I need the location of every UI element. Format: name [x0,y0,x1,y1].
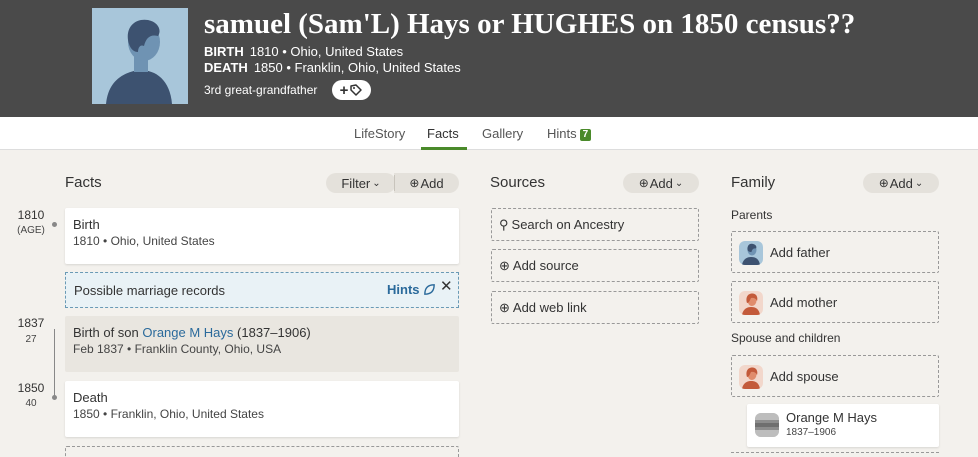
parents-label: Parents [731,208,773,222]
chevron-down-icon: ⌄ [372,177,381,189]
male-silhouette-icon [92,8,188,104]
fact-detail: Feb 1837 • Franklin County, Ohio, USA [73,342,282,356]
filter-button[interactable]: Filter ⌄ [326,173,396,193]
child-name: Orange M Hays [786,410,878,425]
birth-value: 1810 • Ohio, United States [249,44,404,59]
plus-circle-icon: ⊕ [499,257,510,273]
son-link[interactable]: Orange M Hays [142,325,233,340]
person-portrait[interactable] [92,8,188,104]
search-icon: ⚲ [499,216,509,232]
timeline-dot [52,222,57,227]
facts-title: Facts [65,174,102,191]
active-tab-indicator [421,147,467,150]
death-summary: DEATH 1850 • Franklin, Ohio, United State… [204,60,461,75]
add-source-menu-label: Add [649,175,673,191]
add-mother-label: Add mother [770,295,838,310]
fact-title-suffix: (1837–1906) [233,325,311,340]
add-tag-button[interactable]: + [332,80,371,100]
tag-icon [350,84,363,96]
female-avatar-icon [739,291,763,315]
fact-card-son-birth[interactable]: Birth of son Orange M Hays (1837–1906) F… [65,316,459,372]
spouse-children-label: Spouse and children [731,331,841,345]
person-header: samuel (Sam'L) Hays or HUGHES on 1850 ce… [0,0,978,117]
child-photo [755,413,779,437]
plus-circle-icon: ⊕ [638,176,649,190]
female-avatar-icon [739,365,763,389]
timeline-age: 40 [25,398,37,409]
close-icon[interactable]: ✕ [440,277,453,295]
add-mother-button[interactable]: Add mother [731,281,939,323]
timeline-year: 1850 [17,381,45,395]
timeline-year: 1810 [17,208,45,222]
chevron-down-icon: ⌄ [674,177,684,189]
birth-summary: BIRTH 1810 • Ohio, United States [204,44,403,59]
add-child-dashed-button[interactable] [731,452,939,457]
birth-label: BIRTH [204,44,244,59]
timeline-year: 1837 [17,316,45,330]
add-fact-dashed-button[interactable] [65,446,459,457]
hints-count-badge: 7 [579,129,592,141]
relationship-label: 3rd great-grandfather [204,83,318,97]
plus-circle-icon: ⊕ [878,176,889,190]
plus-circle-icon: ⊕ [409,176,420,190]
child-dates: 1837–1906 [786,427,837,438]
add-father-button[interactable]: Add father [731,231,939,273]
fact-detail: 1810 • Ohio, United States [73,234,215,248]
button-label: Add web link [512,300,587,315]
fact-card-birth[interactable]: Birth 1810 • Ohio, United States [65,208,459,264]
add-family-menu-button[interactable]: ⊕ Add ⌄ [863,173,939,193]
pill-divider [394,175,395,191]
fact-detail: 1850 • Franklin, Ohio, United States [73,407,264,421]
add-fact-button[interactable]: ⊕ Add [394,173,459,193]
family-title: Family [731,174,776,191]
timeline-age: (AGE) [17,225,45,236]
marriage-hint-card[interactable]: Possible marriage records Hints ✕ [65,272,459,308]
profile-tabs: LifeStory Facts Gallery Hints 7 [0,117,978,150]
timeline-age: 27 [25,334,37,345]
timeline-dot [52,395,57,400]
sources-title: Sources [490,174,546,191]
tab-hints-label: Hints [547,126,577,141]
add-family-menu-label: Add [889,175,913,191]
timeline-line [54,329,55,398]
button-label: Search on Ancestry [511,217,625,232]
male-avatar-icon [739,241,763,265]
leaf-icon [424,284,435,295]
add-spouse-label: Add spouse [770,369,839,384]
add-web-link-button[interactable]: ⊕ Add web link [491,291,699,324]
hints-link[interactable]: Hints [387,282,420,297]
filter-label: Filter [341,175,371,191]
tab-gallery[interactable]: Gallery [482,126,523,141]
fact-card-death[interactable]: Death 1850 • Franklin, Ohio, United Stat… [65,381,459,437]
add-spouse-button[interactable]: Add spouse [731,355,939,397]
child-card[interactable]: Orange M Hays 1837–1906 [747,404,939,447]
hint-text: Possible marriage records [74,283,226,298]
plus-circle-icon: ⊕ [499,299,510,315]
plus-icon: + [339,81,349,99]
fact-title: Death [73,390,108,405]
add-fact-label: Add [420,175,444,191]
person-name: samuel (Sam'L) Hays or HUGHES on 1850 ce… [204,8,856,40]
add-source-button[interactable]: ⊕ Add source [491,249,699,282]
button-label: Add source [512,258,579,273]
search-on-ancestry-button[interactable]: ⚲ Search on Ancestry [491,208,699,241]
add-father-label: Add father [770,245,830,260]
tab-lifestory[interactable]: LifeStory [354,126,405,141]
tab-facts[interactable]: Facts [427,126,459,141]
death-label: DEATH [204,60,248,75]
fact-title-prefix: Birth of son [73,325,143,340]
fact-title: Birth of son Orange M Hays (1837–1906) [73,325,311,340]
fact-title: Birth [73,217,100,232]
chevron-down-icon: ⌄ [914,177,924,189]
add-source-menu-button[interactable]: ⊕ Add ⌄ [623,173,699,193]
tab-hints[interactable]: Hints 7 [547,126,592,141]
death-value: 1850 • Franklin, Ohio, United States [253,60,461,75]
